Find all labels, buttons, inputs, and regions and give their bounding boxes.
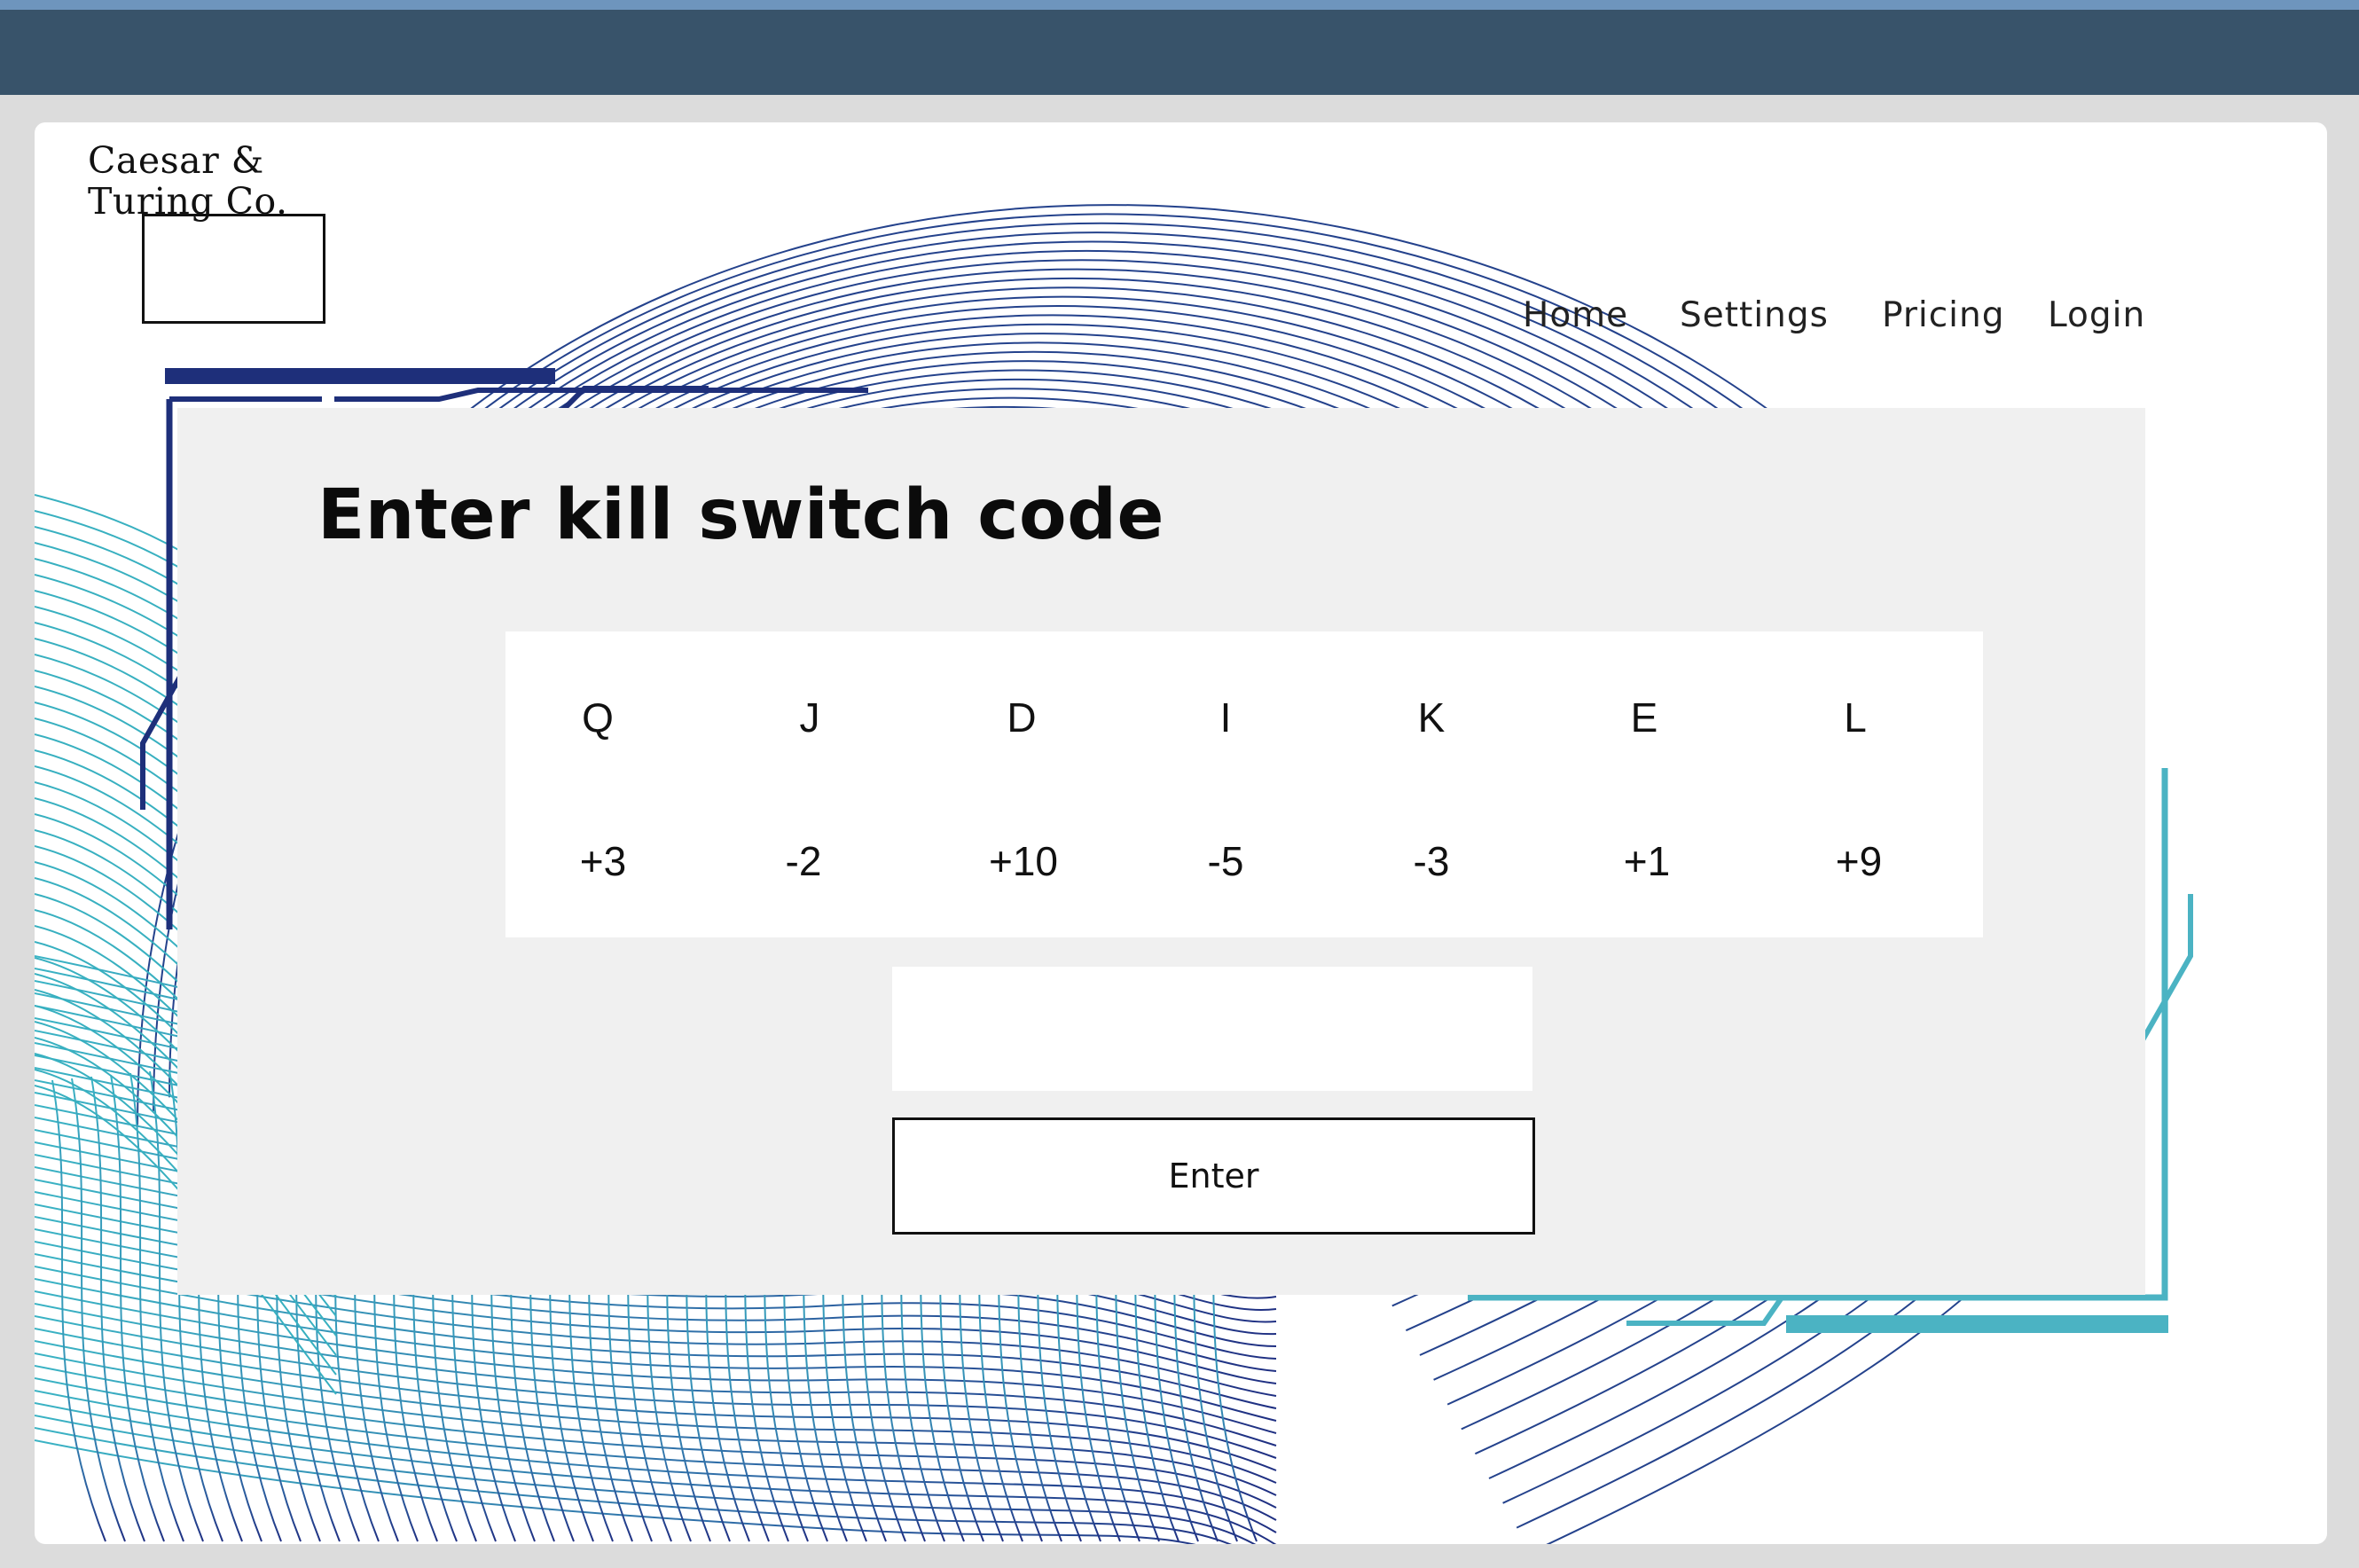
kill-switch-panel: Enter kill switch code Q J D I K E L +3 …: [177, 408, 2145, 1295]
company-logo[interactable]: [142, 214, 334, 420]
decorative-line: [35, 1427, 1232, 1544]
nav-login-link[interactable]: Login: [2048, 295, 2145, 335]
cipher-letter: Q: [582, 694, 614, 741]
decorative-line: [71, 1078, 126, 1542]
cipher-shift: +3: [579, 838, 627, 884]
cipher-letter: L: [1844, 694, 1867, 741]
cipher-letter: E: [1630, 694, 1658, 741]
browser-top-bar-edge: [0, 0, 2359, 10]
nav-settings-link[interactable]: Settings: [1680, 295, 1829, 335]
cipher-letter: I: [1219, 694, 1232, 741]
decorative-line: [35, 1439, 1196, 1544]
logo-text: Caesar & Turing Co.: [88, 139, 288, 223]
nav-home-link[interactable]: Home: [1523, 295, 1628, 335]
browser-top-bar: [0, 0, 2359, 95]
kill-code-input[interactable]: [892, 967, 1532, 1091]
cipher-shift: -5: [1207, 838, 1244, 884]
cipher-letter: K: [1417, 694, 1446, 741]
cipher-letter: J: [799, 694, 820, 741]
nav-pricing-link[interactable]: Pricing: [1882, 295, 2004, 335]
page-title: Enter kill switch code: [317, 475, 1164, 555]
cipher-shift: +10: [988, 838, 1059, 884]
cipher-table: Q J D I K E L +3 -2 +10 -5 -3 +1 +9: [506, 631, 1983, 937]
cipher-shift: -3: [1413, 838, 1450, 884]
decorative-line: [51, 1079, 106, 1542]
cipher-shift: +1: [1623, 838, 1671, 884]
cipher-shift: +9: [1835, 838, 1883, 884]
cipher-shift: -2: [785, 838, 822, 884]
page-frame: Caesar & Turing Co. Home Settings Pricin…: [35, 122, 2327, 1544]
enter-button[interactable]: Enter: [892, 1117, 1535, 1235]
cipher-letter: D: [1007, 694, 1037, 741]
